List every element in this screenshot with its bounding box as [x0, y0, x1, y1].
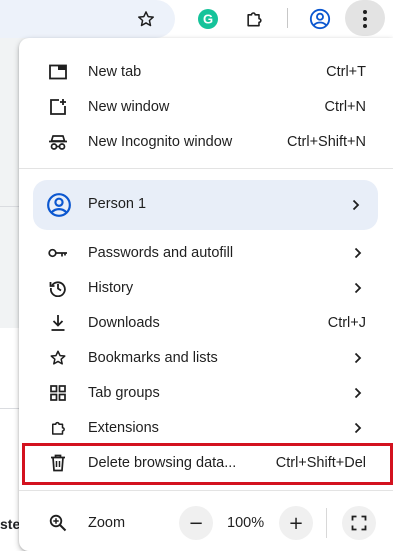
profile-icon[interactable] — [305, 4, 335, 34]
tab-groups-icon — [47, 382, 69, 404]
fullscreen-icon — [351, 515, 367, 531]
menu-item-label: Downloads — [88, 314, 160, 331]
key-icon — [47, 242, 69, 264]
menu-item-downloads[interactable]: Downloads Ctrl+J — [19, 305, 393, 340]
menu-item-label: Tab groups — [88, 384, 160, 401]
zoom-in-button[interactable]: + — [279, 506, 313, 540]
zoom-label: Zoom — [88, 515, 126, 531]
chevron-right-icon — [352, 246, 364, 260]
menu-item-bookmarks-and-lists[interactable]: Bookmarks and lists — [19, 340, 393, 375]
zoom-icon — [47, 512, 69, 534]
zoom-level: 100% — [227, 515, 265, 531]
menu-item-label: New window — [88, 98, 170, 115]
menu-item-shortcut: Ctrl+T — [326, 63, 366, 80]
menu-item-shortcut: Ctrl+N — [324, 98, 367, 115]
history-icon — [47, 277, 69, 299]
menu-separator — [19, 490, 393, 491]
download-icon — [47, 312, 69, 334]
fullscreen-button[interactable] — [342, 506, 376, 540]
menu-item-new-window[interactable]: New window Ctrl+N — [19, 89, 393, 124]
grammarly-extension-icon[interactable]: G — [193, 4, 223, 34]
extensions-puzzle-icon[interactable] — [239, 4, 269, 34]
chevron-right-icon — [352, 386, 364, 400]
grammarly-letter: G — [203, 12, 213, 27]
profile-name: Person 1 — [88, 196, 147, 212]
chevron-right-icon — [352, 351, 364, 365]
chrome-menu-icon[interactable] — [350, 4, 380, 34]
zoom-divider — [326, 508, 327, 538]
menu-item-label: History — [88, 279, 134, 296]
menu-item-passwords-and-autofill[interactable]: Passwords and autofill — [19, 235, 393, 270]
chevron-right-icon — [352, 421, 364, 435]
page-text-fragment: ste — [0, 516, 21, 532]
browser-toolbar: G — [0, 0, 393, 38]
incognito-icon — [47, 131, 69, 153]
menu-item-label: Passwords and autofill — [88, 244, 234, 261]
extensions-icon — [47, 417, 69, 439]
menu-item-label: New Incognito window — [88, 133, 233, 150]
account-circle-icon — [46, 192, 72, 218]
menu-item-new-tab[interactable]: New tab Ctrl+T — [19, 54, 393, 89]
menu-zoom-row: Zoom − 100% + — [19, 500, 393, 546]
menu-item-history[interactable]: History — [19, 270, 393, 305]
chevron-right-icon — [350, 198, 362, 212]
menu-item-tab-groups[interactable]: Tab groups — [19, 375, 393, 410]
chevron-right-icon — [352, 281, 364, 295]
menu-item-shortcut: Ctrl+J — [327, 314, 366, 331]
menu-item-label: New tab — [88, 63, 142, 80]
menu-separator — [19, 168, 393, 169]
zoom-out-button[interactable]: − — [179, 506, 213, 540]
menu-item-shortcut: Ctrl+Shift+N — [287, 133, 366, 150]
star-icon — [47, 347, 69, 369]
menu-item-label: Bookmarks and lists — [88, 349, 218, 366]
highlight-annotation — [22, 443, 393, 485]
menu-item-profile[interactable]: Person 1 — [33, 180, 378, 230]
bookmark-star-icon[interactable] — [131, 4, 161, 34]
menu-item-extensions[interactable]: Extensions — [19, 410, 393, 445]
new-tab-icon — [47, 61, 69, 83]
menu-item-label: Extensions — [88, 419, 159, 436]
toolbar-divider — [287, 8, 288, 28]
menu-item-new-incognito-window[interactable]: New Incognito window Ctrl+Shift+N — [19, 124, 393, 159]
new-window-icon — [47, 96, 69, 118]
